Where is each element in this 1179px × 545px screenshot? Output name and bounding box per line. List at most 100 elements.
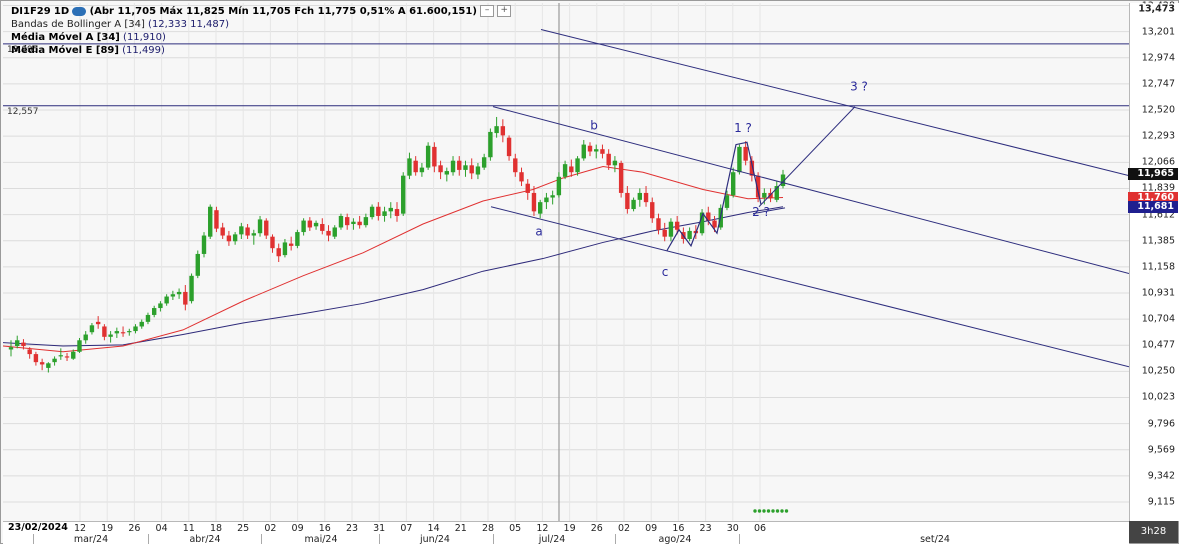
candle <box>239 226 244 235</box>
candle <box>469 165 474 174</box>
month-label: mai/24 <box>304 534 338 545</box>
indicator-dot <box>757 509 762 513</box>
date-tick-label: 16 <box>318 523 331 534</box>
date-tick-label: 18 <box>209 523 223 534</box>
add-icon[interactable]: + <box>497 5 512 17</box>
price-tag-last: 11,965 <box>1128 167 1178 180</box>
candle <box>27 349 32 355</box>
month-label: ago/24 <box>658 534 692 545</box>
candle <box>587 145 593 152</box>
wave-label: a <box>535 225 542 239</box>
month-separator <box>739 534 740 544</box>
symbol-label: DI1F29 <box>11 6 51 17</box>
sma34-line <box>2 165 784 353</box>
horizontal-line-label: 12,557 <box>7 107 39 117</box>
candle <box>519 172 524 182</box>
wave-label: b <box>590 119 598 133</box>
date-tick-label: 02 <box>617 523 631 534</box>
candle <box>320 224 325 231</box>
date-tick-label: 06 <box>753 523 767 534</box>
candle <box>170 294 176 297</box>
candle <box>388 207 393 212</box>
candle <box>145 314 151 322</box>
price-tick-label: 12,520 <box>1141 104 1175 116</box>
candle <box>226 235 232 242</box>
date-tick-label: 19 <box>563 523 576 534</box>
candle <box>58 355 64 357</box>
date-tick-label: 28 <box>481 523 495 534</box>
candle <box>674 221 680 230</box>
trend-line-wave-projection <box>758 106 856 208</box>
candlestick-chart[interactable]: 13,09512,557abc1 ?2 ?3 ? <box>2 3 1130 521</box>
month-label: abr/24 <box>189 534 221 545</box>
candle <box>457 160 462 170</box>
price-plot[interactable]: 13,095 12,557 a b c 1 ? 2 ? 3 ? DI1F29 1D (Abr … <box>2 3 1130 521</box>
indicator-dot <box>766 509 771 513</box>
date-tick-label: 04 <box>155 523 168 534</box>
legend-bollinger[interactable]: Bandas de Bollinger A [34] (12,333 11,48… <box>11 18 511 31</box>
month-separator <box>379 534 380 544</box>
candle <box>687 230 692 239</box>
candle <box>432 146 437 167</box>
date-tick-label: 14 <box>427 523 440 534</box>
month-separator <box>33 534 34 544</box>
start-date-label: 23/02/2024 <box>6 522 70 533</box>
candle <box>475 166 481 175</box>
trend-line-upper-channel <box>540 28 1130 177</box>
price-tick-label: 12,293 <box>1141 130 1175 142</box>
candle <box>544 197 549 203</box>
price-tick-label: 12,974 <box>1141 52 1175 64</box>
candle <box>282 242 288 256</box>
indicator-dot <box>775 509 780 513</box>
candle <box>77 340 82 352</box>
price-tick-label: 9,569 <box>1147 444 1175 456</box>
minimize-icon[interactable]: – <box>480 5 495 17</box>
sma-value: (11,910) <box>123 32 166 43</box>
candle <box>450 160 456 173</box>
candle <box>245 227 250 236</box>
candle <box>488 131 493 158</box>
candle <box>21 342 26 347</box>
candle <box>46 363 51 368</box>
clock-label: 3h28 <box>1129 521 1178 543</box>
price-tick-label: 13,201 <box>1141 26 1175 38</box>
candle <box>33 354 39 363</box>
candle <box>102 326 107 337</box>
candle <box>363 217 369 226</box>
date-tick-label: 19 <box>101 523 114 534</box>
candle <box>494 126 499 134</box>
chart-type-icon[interactable] <box>72 6 87 16</box>
candle <box>64 356 70 358</box>
candle <box>600 149 605 154</box>
candle <box>232 234 238 242</box>
price-tick-label: 10,704 <box>1141 313 1175 325</box>
candle <box>307 220 313 228</box>
candle <box>313 222 319 227</box>
indicator-dot <box>753 509 757 513</box>
legend-quote-row: DI1F29 1D (Abr 11,705 Máx 11,825 Mín 11,… <box>11 5 512 18</box>
candle <box>214 210 219 229</box>
date-tick-label: 12 <box>536 523 549 534</box>
time-axis[interactable]: 23/02/2024 12 19 26 04 11 18 25 02 09 16 23 31 07 14 2… <box>3 521 1130 545</box>
candle <box>425 145 431 168</box>
price-tick-label: 9,342 <box>1147 470 1175 482</box>
candle <box>71 351 76 359</box>
candle <box>139 321 144 327</box>
date-tick-label: 12 <box>73 523 87 534</box>
chart-legend: DI1F29 1D (Abr 11,705 Máx 11,825 Mín 11,… <box>11 5 512 57</box>
legend-sma[interactable]: Média Móvel A [34] (11,910) <box>11 31 511 44</box>
candle <box>376 206 381 216</box>
price-axis[interactable]: 13,42813,20112,97412,74712,52012,29312,0… <box>1128 0 1179 521</box>
price-tick-label: 10,250 <box>1141 365 1175 377</box>
candle <box>351 221 356 225</box>
date-tick-label: 21 <box>454 523 467 534</box>
candle <box>419 167 425 173</box>
month-label: mar/24 <box>73 534 109 545</box>
candle <box>513 158 518 173</box>
candle <box>506 137 512 157</box>
date-tick-label: 02 <box>264 523 277 534</box>
candle <box>176 291 182 295</box>
candle <box>737 146 742 173</box>
candle <box>662 229 667 237</box>
legend-ema[interactable]: Média Móvel E [89] (11,499) <box>11 44 511 57</box>
